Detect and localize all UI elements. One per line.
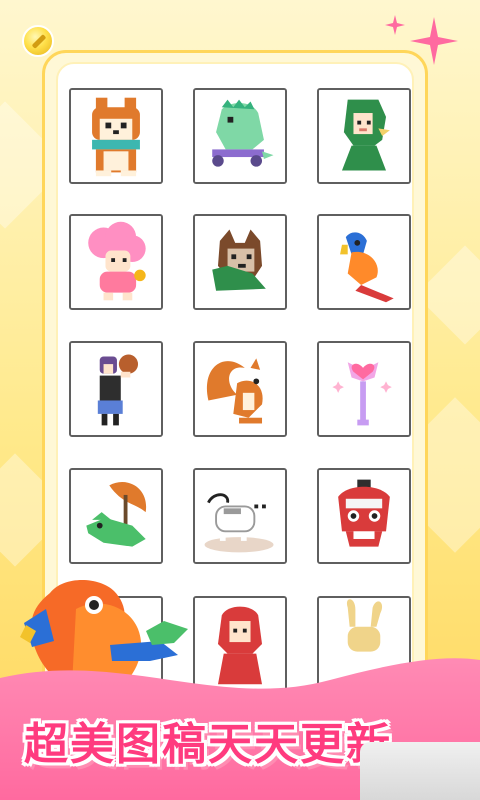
artwork-tile-dino-scooter[interactable] (193, 88, 287, 184)
artwork-tile-parrot[interactable] (317, 214, 411, 310)
lion-dance-icon (319, 470, 409, 562)
pink-hair-girl-icon (71, 216, 161, 308)
crocodile-icon (71, 470, 161, 562)
dinosaur-icon (195, 90, 285, 182)
bulldog-icon (195, 216, 285, 308)
artwork-tile-cat-walking[interactable] (193, 468, 287, 564)
cat-icon (195, 470, 285, 562)
shiba-dog-icon (71, 90, 161, 182)
parrot-icon (319, 216, 409, 308)
red-riding-hood-icon (195, 598, 285, 690)
girl-in-dino-hood-icon (319, 90, 409, 182)
artwork-tile-bulldog-dino[interactable] (193, 214, 287, 310)
artwork-tile-basketball-player[interactable] (69, 341, 163, 437)
artwork-tile-magic-wand[interactable] (317, 341, 411, 437)
corner-overlay (360, 742, 480, 800)
artwork-tile-lion-dance[interactable] (317, 468, 411, 564)
artwork-tile-crocodile-umbrella[interactable] (69, 468, 163, 564)
basketball-player-icon (71, 343, 161, 435)
artwork-tile-red-hood-girl[interactable] (193, 596, 287, 692)
artwork-tile-squirrel[interactable] (193, 341, 287, 437)
artwork-tile-pink-hair-girl[interactable] (69, 214, 163, 310)
artwork-tile-shiba-dog[interactable] (69, 88, 163, 184)
squirrel-icon (195, 343, 285, 435)
artwork-tile-girl-dino-hood[interactable] (317, 88, 411, 184)
magic-wand-icon (319, 343, 409, 435)
